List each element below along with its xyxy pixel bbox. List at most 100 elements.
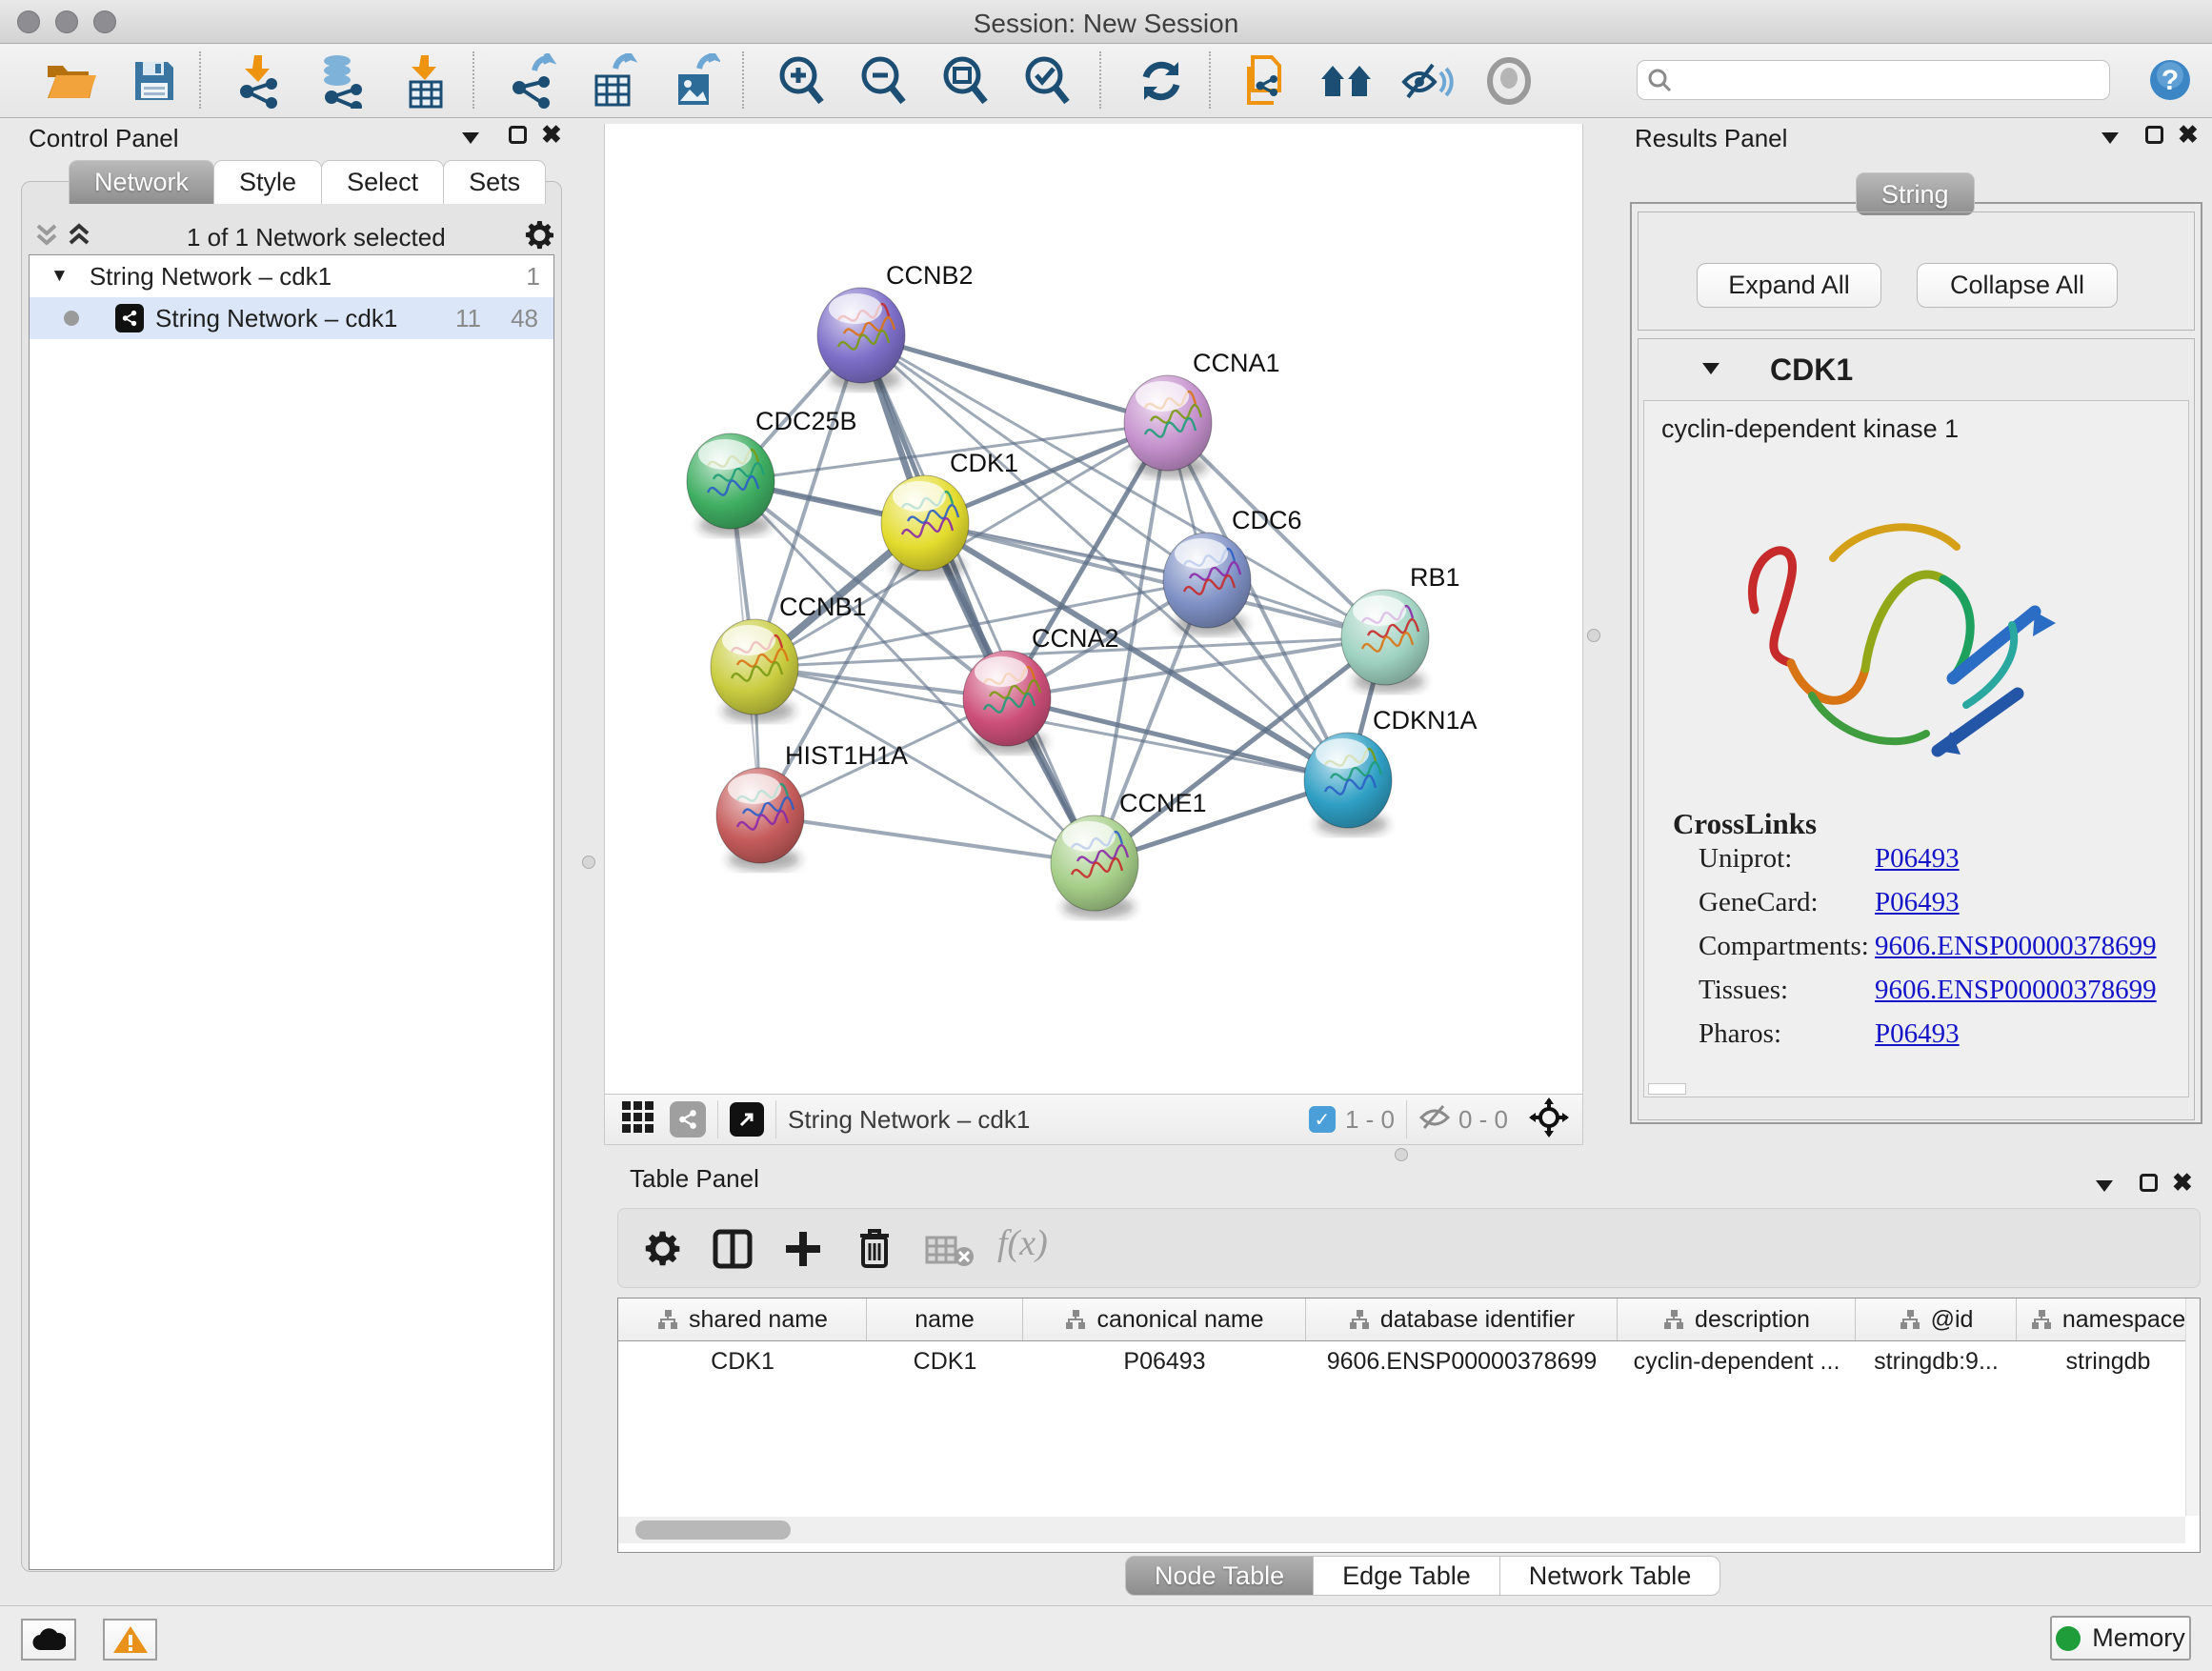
zoom-fit-icon[interactable] [935, 51, 995, 111]
network-node-ccna1[interactable] [1124, 375, 1212, 478]
table-row[interactable]: CDK1CDK1P064939606.ENSP00000378699cyclin… [618, 1341, 2200, 1381]
show-graphics-details-icon[interactable] [1478, 51, 1539, 111]
column-header-canonical-name[interactable]: canonical name [1023, 1299, 1306, 1340]
first-neighbors-icon[interactable] [1317, 51, 1377, 111]
crosslink-value-link[interactable]: P06493 [1875, 843, 1960, 875]
results-panel-float-icon[interactable] [2145, 126, 2163, 144]
tab-select[interactable]: Select [321, 160, 444, 204]
zoom-in-icon[interactable] [771, 51, 832, 111]
table-cell[interactable]: 9606.ENSP00000378699 [1306, 1341, 1618, 1381]
save-session-icon[interactable] [124, 51, 185, 111]
cloud-status-button[interactable] [21, 1619, 76, 1661]
import-network-from-file-icon[interactable] [229, 51, 290, 111]
entry-collapse-icon[interactable] [1702, 363, 1719, 374]
tab-network-table[interactable]: Network Table [1499, 1556, 1721, 1596]
table-horizontal-scrollbar-thumb[interactable] [635, 1520, 791, 1540]
table-cell[interactable]: CDK1 [867, 1341, 1023, 1381]
import-network-from-database-icon[interactable] [311, 51, 372, 111]
search-input[interactable] [1672, 66, 2081, 94]
network-node-ccne1[interactable] [1051, 815, 1138, 918]
results-panel-close-icon[interactable]: ✖ [2178, 126, 2199, 144]
export-table-icon[interactable] [583, 51, 644, 111]
expand-all-icon[interactable] [67, 222, 91, 253]
hide-selected-icon[interactable] [1397, 51, 1458, 111]
open-in-window-icon[interactable] [730, 1102, 764, 1137]
horizontal-splitter-handle[interactable] [1395, 1148, 1408, 1161]
network-canvas[interactable]: CCNB2CCNA1CDC25BCDK1CDC6RB1CCNB1CCNA2CDK… [604, 124, 1583, 1094]
crosslink-value-link[interactable]: 9606.ENSP00000378699 [1875, 975, 2157, 1006]
network-node-ccnb1[interactable] [711, 619, 798, 722]
column-header-description[interactable]: description [1618, 1299, 1856, 1340]
table-horizontal-scrollbar[interactable] [618, 1517, 2185, 1543]
collapse-all-button[interactable]: Collapse All [1917, 263, 2118, 308]
export-image-icon[interactable] [665, 51, 726, 111]
move-crosshair-icon[interactable] [1529, 1097, 1569, 1142]
hidden-eye-icon[interactable] [1418, 1103, 1451, 1137]
network-row[interactable]: String Network – cdk1 11 48 [30, 297, 553, 339]
table-vertical-scrollbar[interactable] [2185, 1299, 2200, 1516]
search-box[interactable] [1637, 60, 2110, 100]
column-header-namespace[interactable]: namespace [2017, 1299, 2200, 1340]
zoom-out-icon[interactable] [853, 51, 914, 111]
network-edge[interactable] [760, 815, 1095, 863]
table-panel-menu-icon[interactable] [2096, 1180, 2113, 1192]
memory-button[interactable]: Memory [2050, 1616, 2191, 1661]
results-scrollbar-thumb[interactable] [1648, 1083, 1686, 1095]
help-icon[interactable]: ? [2149, 59, 2192, 107]
tab-node-table[interactable]: Node Table [1125, 1556, 1314, 1596]
copy-network-icon[interactable] [1234, 51, 1295, 111]
network-collection-row[interactable]: ▼ String Network – cdk1 1 [30, 255, 553, 297]
import-table-from-file-icon[interactable] [394, 51, 455, 111]
table-cell[interactable]: stringdb [2017, 1341, 2200, 1381]
tab-network[interactable]: Network [69, 160, 214, 204]
warning-status-button[interactable] [103, 1619, 157, 1661]
crosslink-value-link[interactable]: 9606.ENSP00000378699 [1875, 931, 2157, 962]
column-header-shared-name[interactable]: shared name [618, 1299, 867, 1340]
left-splitter-handle[interactable] [582, 856, 595, 869]
control-panel-menu-icon[interactable] [462, 132, 479, 144]
results-panel-menu-icon[interactable] [2101, 132, 2119, 144]
selected-checkbox-icon[interactable]: ✓ [1309, 1106, 1336, 1133]
delete-table-icon[interactable] [925, 1234, 975, 1273]
table-cell[interactable]: CDK1 [618, 1341, 867, 1381]
tab-sets[interactable]: Sets [443, 160, 546, 204]
network-node-rb1[interactable] [1341, 590, 1429, 693]
table-cell[interactable]: cyclin-dependent ... [1618, 1341, 1856, 1381]
control-panel-close-icon[interactable]: ✖ [541, 126, 562, 144]
grid-view-icon[interactable] [620, 1099, 656, 1140]
tab-style[interactable]: Style [213, 160, 322, 204]
column-header--id[interactable]: @id [1856, 1299, 2017, 1340]
zoom-selected-icon[interactable] [1016, 51, 1077, 111]
collection-expand-icon[interactable]: ▼ [50, 266, 69, 287]
table-cell[interactable]: stringdb:9... [1856, 1341, 2017, 1381]
share-view-icon[interactable] [670, 1101, 706, 1137]
right-splitter-handle[interactable] [1587, 629, 1600, 642]
manage-columns-icon[interactable] [712, 1228, 754, 1275]
export-network-icon[interactable] [501, 51, 562, 111]
network-edge[interactable] [861, 335, 1095, 863]
network-node-cdc6[interactable] [1163, 533, 1251, 635]
control-panel-float-icon[interactable] [509, 126, 527, 144]
table-panel-close-icon[interactable]: ✖ [2172, 1174, 2193, 1192]
collapse-all-icon[interactable] [34, 222, 59, 253]
tab-string[interactable]: String [1856, 172, 1975, 215]
node-table[interactable]: shared namenamecanonical namedatabase id… [617, 1298, 2201, 1553]
table-cell[interactable]: P06493 [1023, 1341, 1306, 1381]
function-builder-icon[interactable]: f(x) [997, 1222, 1048, 1264]
tab-edge-table[interactable]: Edge Table [1313, 1556, 1500, 1596]
network-node-ccnb2[interactable] [817, 288, 905, 391]
open-session-icon[interactable] [41, 51, 102, 111]
column-header-database-identifier[interactable]: database identifier [1306, 1299, 1618, 1340]
table-settings-gear-icon[interactable] [641, 1228, 683, 1275]
table-panel-float-icon[interactable] [2140, 1174, 2158, 1192]
crosslink-value-link[interactable]: P06493 [1875, 887, 1960, 918]
column-header-name[interactable]: name [867, 1299, 1023, 1340]
refresh-view-icon[interactable] [1131, 51, 1192, 111]
network-node-hist1h1a[interactable] [716, 768, 804, 871]
network-node-cdk1[interactable] [881, 475, 969, 578]
expand-all-button[interactable]: Expand All [1697, 263, 1881, 308]
network-options-gear-icon[interactable] [522, 218, 556, 257]
delete-column-icon[interactable] [855, 1226, 895, 1275]
network-node-cdkn1a[interactable] [1304, 733, 1392, 836]
network-node-cdc25b[interactable] [687, 433, 774, 536]
